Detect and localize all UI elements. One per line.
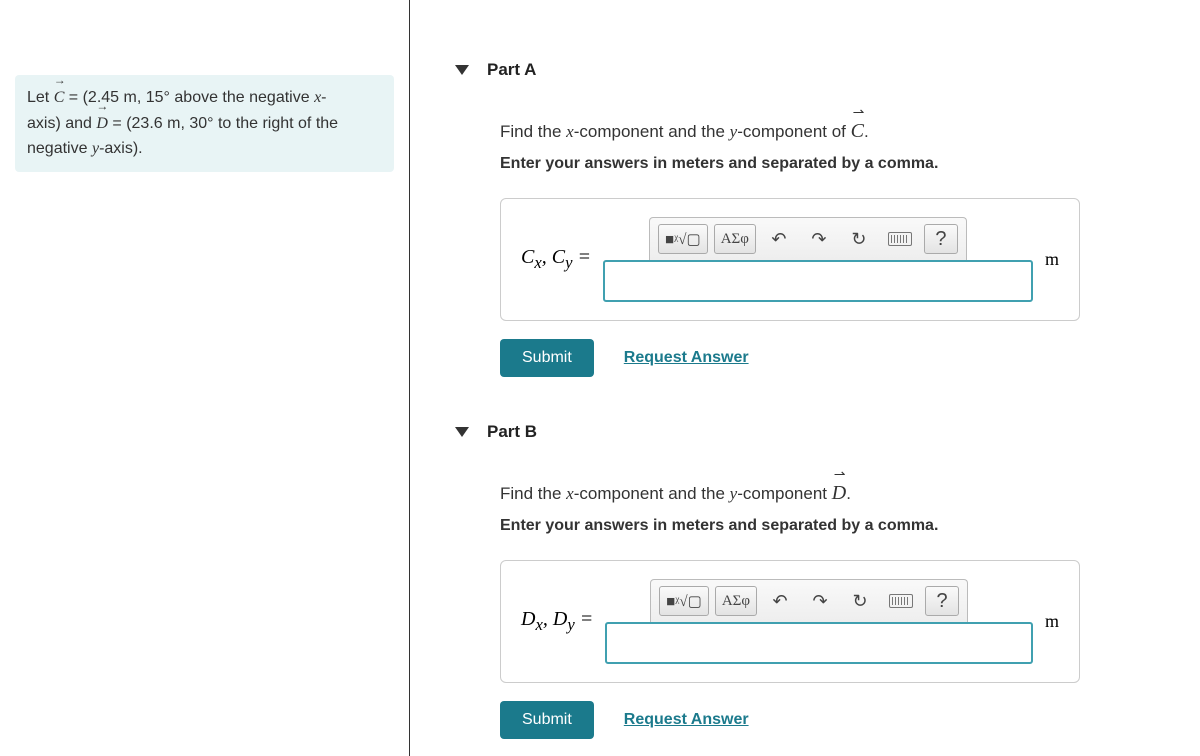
- undo-button[interactable]: ↶: [763, 586, 797, 616]
- redo-button[interactable]: ↷: [803, 586, 837, 616]
- part-b-toolbar: ■ᵡ√▢ ΑΣφ ↶ ↷ ↻ ?: [650, 579, 968, 622]
- undo-button[interactable]: ↶: [762, 224, 796, 254]
- symbols-button[interactable]: ΑΣφ: [715, 586, 757, 616]
- part-a-input[interactable]: [603, 260, 1033, 302]
- part-b-body: Find the x-component and the y-component…: [500, 482, 1200, 739]
- part-a-toolbar: ■ᵡ√▢ ΑΣφ ↶ ↷ ↻ ?: [649, 217, 967, 260]
- part-a-instruction: Find the x-component and the y-component…: [500, 120, 1200, 143]
- part-a-submit-button[interactable]: Submit: [500, 339, 594, 377]
- symbols-button[interactable]: ΑΣφ: [714, 224, 756, 254]
- redo-button[interactable]: ↷: [802, 224, 836, 254]
- part-b-instruction: Find the x-component and the y-component…: [500, 482, 1200, 505]
- part-b-var-label: Dx, Dy =: [521, 608, 593, 635]
- template-button[interactable]: ■ᵡ√▢: [659, 586, 709, 616]
- problem-panel: Let C = (2.45 m, 15° above the negative …: [0, 0, 410, 756]
- keyboard-button[interactable]: [883, 586, 919, 616]
- part-b-unit: m: [1045, 611, 1059, 632]
- part-a-hint: Enter your answers in meters and separat…: [500, 155, 1200, 173]
- part-a-unit: m: [1045, 249, 1059, 270]
- part-b-request-link[interactable]: Request Answer: [624, 711, 749, 729]
- reset-button[interactable]: ↻: [843, 586, 877, 616]
- help-button[interactable]: ?: [925, 586, 959, 616]
- caret-down-icon: [455, 427, 469, 437]
- keyboard-icon: [888, 232, 912, 246]
- keyboard-button[interactable]: [882, 224, 918, 254]
- answer-panel: Part A Find the x-component and the y-co…: [410, 0, 1200, 756]
- part-b-answer-box: Dx, Dy = ■ᵡ√▢ ΑΣφ ↶ ↷ ↻ ? m: [500, 560, 1080, 683]
- reset-button[interactable]: ↻: [842, 224, 876, 254]
- keyboard-icon: [889, 594, 913, 608]
- part-a-body: Find the x-component and the y-component…: [500, 120, 1200, 377]
- part-a-var-label: Cx, Cy =: [521, 246, 591, 273]
- part-a-title: Part A: [487, 60, 536, 80]
- part-a-answer-box: Cx, Cy = ■ᵡ√▢ ΑΣφ ↶ ↷ ↻ ? m: [500, 198, 1080, 321]
- part-b-header[interactable]: Part B: [455, 422, 1200, 442]
- part-b-title: Part B: [487, 422, 537, 442]
- part-b-input[interactable]: [605, 622, 1033, 664]
- part-a-header[interactable]: Part A: [455, 60, 1200, 80]
- part-b-hint: Enter your answers in meters and separat…: [500, 517, 1200, 535]
- help-button[interactable]: ?: [924, 224, 958, 254]
- part-b-submit-button[interactable]: Submit: [500, 701, 594, 739]
- part-a-request-link[interactable]: Request Answer: [624, 349, 749, 367]
- caret-down-icon: [455, 65, 469, 75]
- template-button[interactable]: ■ᵡ√▢: [658, 224, 708, 254]
- problem-statement: Let C = (2.45 m, 15° above the negative …: [15, 75, 394, 172]
